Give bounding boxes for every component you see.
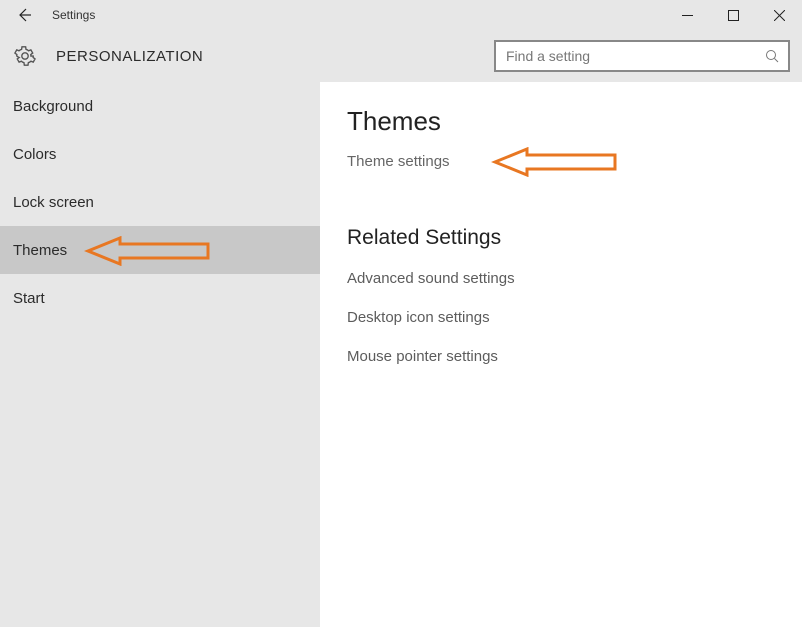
sidebar-item-label: Themes [13,242,67,259]
back-arrow-icon [15,6,33,24]
titlebar: Settings [0,0,802,30]
search-box[interactable] [494,40,790,72]
page-heading: Themes [347,106,802,137]
minimize-icon [682,10,693,21]
annotation-arrow-theme-settings [487,147,617,177]
maximize-icon [728,10,739,21]
sidebar-item-colors[interactable]: Colors [0,130,320,178]
sidebar-item-label: Colors [13,146,56,163]
window-controls [664,0,802,30]
related-heading: Related Settings [347,226,802,250]
sidebar-item-label: Lock screen [13,194,94,211]
sidebar-item-background[interactable]: Background [0,82,320,130]
category-title: PERSONALIZATION [56,48,203,65]
minimize-button[interactable] [664,0,710,30]
body: Background Colors Lock screen Themes Sta… [0,82,802,627]
back-button[interactable] [0,0,48,30]
settings-gear-icon [10,41,40,71]
sidebar-item-start[interactable]: Start [0,274,320,322]
sidebar-item-label: Background [13,98,93,115]
sidebar-item-label: Start [13,290,45,307]
gear-icon [14,45,36,67]
window-title: Settings [48,8,95,22]
header: PERSONALIZATION [0,30,802,82]
search-icon [764,48,780,64]
theme-settings-link[interactable]: Theme settings [347,153,450,170]
related-link-desktop-icon[interactable]: Desktop icon settings [347,309,802,326]
annotation-arrow-themes [80,236,210,266]
sidebar-item-themes[interactable]: Themes [0,226,320,274]
sidebar: Background Colors Lock screen Themes Sta… [0,82,320,627]
search-input[interactable] [506,48,764,64]
related-link-mouse-pointer[interactable]: Mouse pointer settings [347,348,802,365]
close-button[interactable] [756,0,802,30]
maximize-button[interactable] [710,0,756,30]
sidebar-item-lock-screen[interactable]: Lock screen [0,178,320,226]
close-icon [774,10,785,21]
content-pane: Themes Theme settings Related Settings A… [320,82,802,627]
related-link-advanced-sound[interactable]: Advanced sound settings [347,270,802,287]
